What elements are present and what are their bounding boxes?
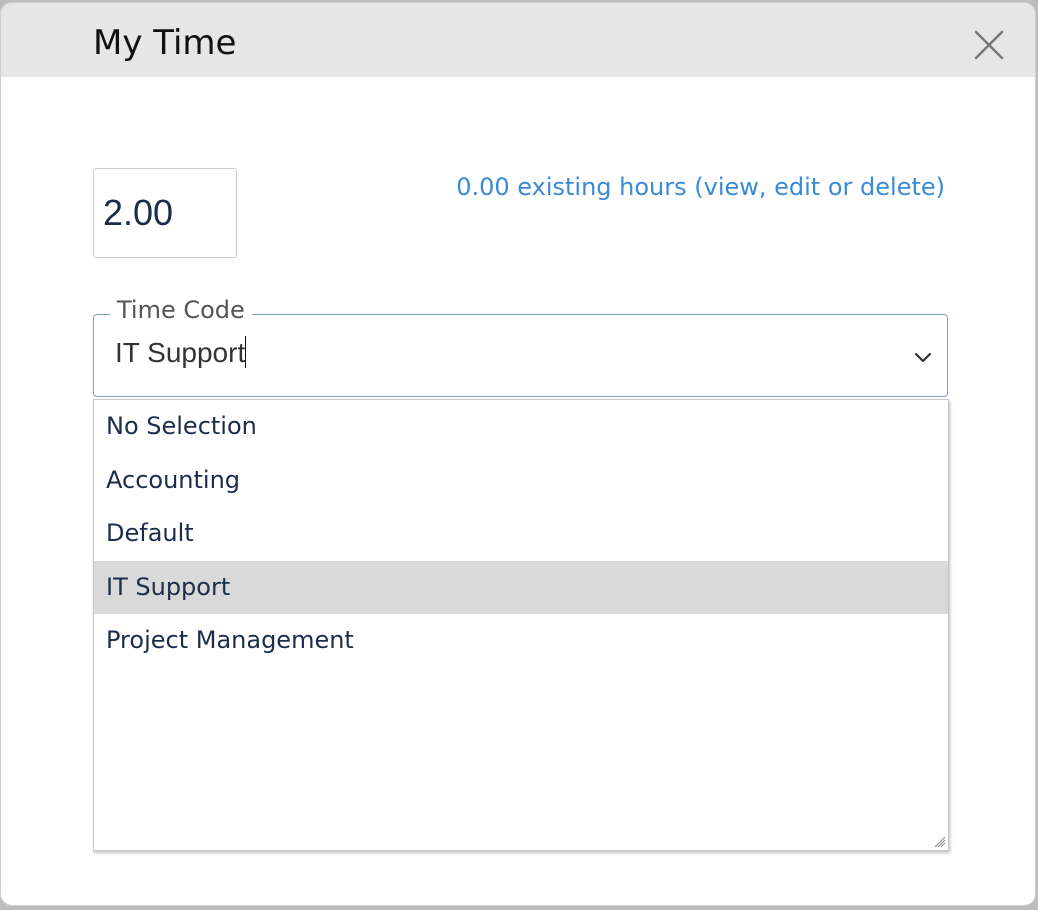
- existing-hours-link[interactable]: 0.00 existing hours (view, edit or delet…: [456, 173, 945, 201]
- dropdown-option-it-support[interactable]: IT Support: [94, 560, 948, 614]
- time-code-select[interactable]: Time Code IT Support: [93, 296, 948, 397]
- time-code-input[interactable]: IT Support: [115, 336, 247, 369]
- text-caret: [245, 336, 247, 368]
- chevron-down-icon[interactable]: [911, 345, 935, 369]
- my-time-dialog: My Time 0.00 existing hours (view, edit …: [0, 2, 1036, 906]
- dialog-header: My Time: [1, 3, 1035, 77]
- time-code-value: IT Support: [115, 337, 246, 368]
- dialog-title: My Time: [93, 23, 237, 63]
- dropdown-option-project-management[interactable]: Project Management: [94, 614, 948, 668]
- close-button[interactable]: [967, 23, 1011, 67]
- time-code-label: Time Code: [110, 296, 252, 324]
- hours-input[interactable]: [93, 168, 237, 258]
- time-code-dropdown-list: No Selection Accounting Default IT Suppo…: [93, 399, 949, 851]
- dropdown-option-no-selection[interactable]: No Selection: [94, 400, 948, 454]
- dropdown-option-accounting[interactable]: Accounting: [94, 454, 948, 508]
- resize-grip-icon[interactable]: [932, 834, 946, 848]
- dropdown-option-default[interactable]: Default: [94, 507, 948, 561]
- close-icon: [974, 30, 1004, 60]
